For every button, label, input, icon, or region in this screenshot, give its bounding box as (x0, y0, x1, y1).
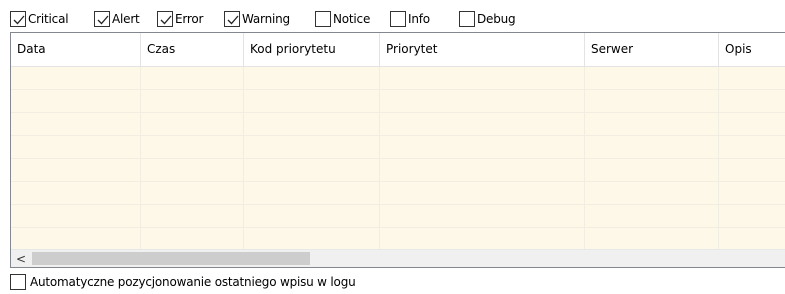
checkbox-box[interactable] (315, 11, 331, 27)
checkmark-icon (160, 15, 172, 25)
table-row[interactable] (11, 90, 785, 113)
checkbox-box[interactable] (94, 11, 110, 27)
checkbox-box[interactable] (10, 11, 26, 27)
checkbox-box[interactable] (10, 274, 26, 290)
filter-warning-label: Warning (242, 12, 290, 26)
checkbox-box[interactable] (390, 11, 406, 27)
table-row[interactable] (11, 205, 785, 228)
filter-error-checkbox[interactable]: Error (157, 10, 203, 28)
filter-alert-checkbox[interactable]: Alert (94, 10, 140, 28)
column-divider (718, 67, 719, 250)
auto-scroll-label: Automatyczne pozycjonowanie ostatniego w… (30, 275, 356, 289)
filter-warning-checkbox[interactable]: Warning (224, 10, 290, 28)
filter-debug-label: Debug (477, 12, 516, 26)
filter-notice-checkbox[interactable]: Notice (315, 10, 370, 28)
checkmark-icon (227, 15, 239, 25)
checkmark-icon (97, 15, 109, 25)
filter-critical-label: Critical (28, 12, 69, 26)
filter-info-checkbox[interactable]: Info (390, 10, 430, 28)
table-row[interactable] (11, 159, 785, 182)
checkmark-icon (13, 15, 25, 25)
column-divider (379, 67, 380, 250)
table-row[interactable] (11, 113, 785, 136)
checkbox-box[interactable] (224, 11, 240, 27)
scrollbar-thumb[interactable] (32, 252, 310, 265)
column-header-opis[interactable]: Opis (719, 33, 785, 67)
column-divider (243, 67, 244, 250)
scroll-left-arrow-icon[interactable]: < (11, 250, 31, 267)
filter-notice-label: Notice (333, 12, 371, 26)
filter-error-label: Error (175, 12, 204, 26)
table-row[interactable] (11, 182, 785, 205)
filter-debug-checkbox[interactable]: Debug (459, 10, 516, 28)
table-row[interactable] (11, 136, 785, 159)
table-row[interactable] (11, 228, 785, 251)
column-header-priorytet[interactable]: Priorytet (380, 33, 585, 67)
column-divider (140, 67, 141, 250)
column-divider (584, 67, 585, 250)
table-header: Data Czas Kod priorytetu Priorytet Serwe… (11, 33, 785, 67)
table-row[interactable] (11, 67, 785, 90)
filter-info-label: Info (408, 12, 430, 26)
checkbox-box[interactable] (157, 11, 173, 27)
column-header-czas[interactable]: Czas (141, 33, 244, 67)
filter-critical-checkbox[interactable]: Critical (10, 10, 69, 28)
filter-alert-label: Alert (112, 12, 140, 26)
auto-scroll-checkbox[interactable]: Automatyczne pozycjonowanie ostatniego w… (10, 273, 356, 291)
checkbox-box[interactable] (459, 11, 475, 27)
column-header-kod-priorytetu[interactable]: Kod priorytetu (244, 33, 380, 67)
column-header-serwer[interactable]: Serwer (585, 33, 719, 67)
table-body[interactable] (11, 67, 785, 251)
horizontal-scrollbar[interactable]: < (11, 249, 785, 267)
column-header-data[interactable]: Data (11, 33, 141, 67)
log-table[interactable]: Data Czas Kod priorytetu Priorytet Serwe… (10, 32, 785, 268)
